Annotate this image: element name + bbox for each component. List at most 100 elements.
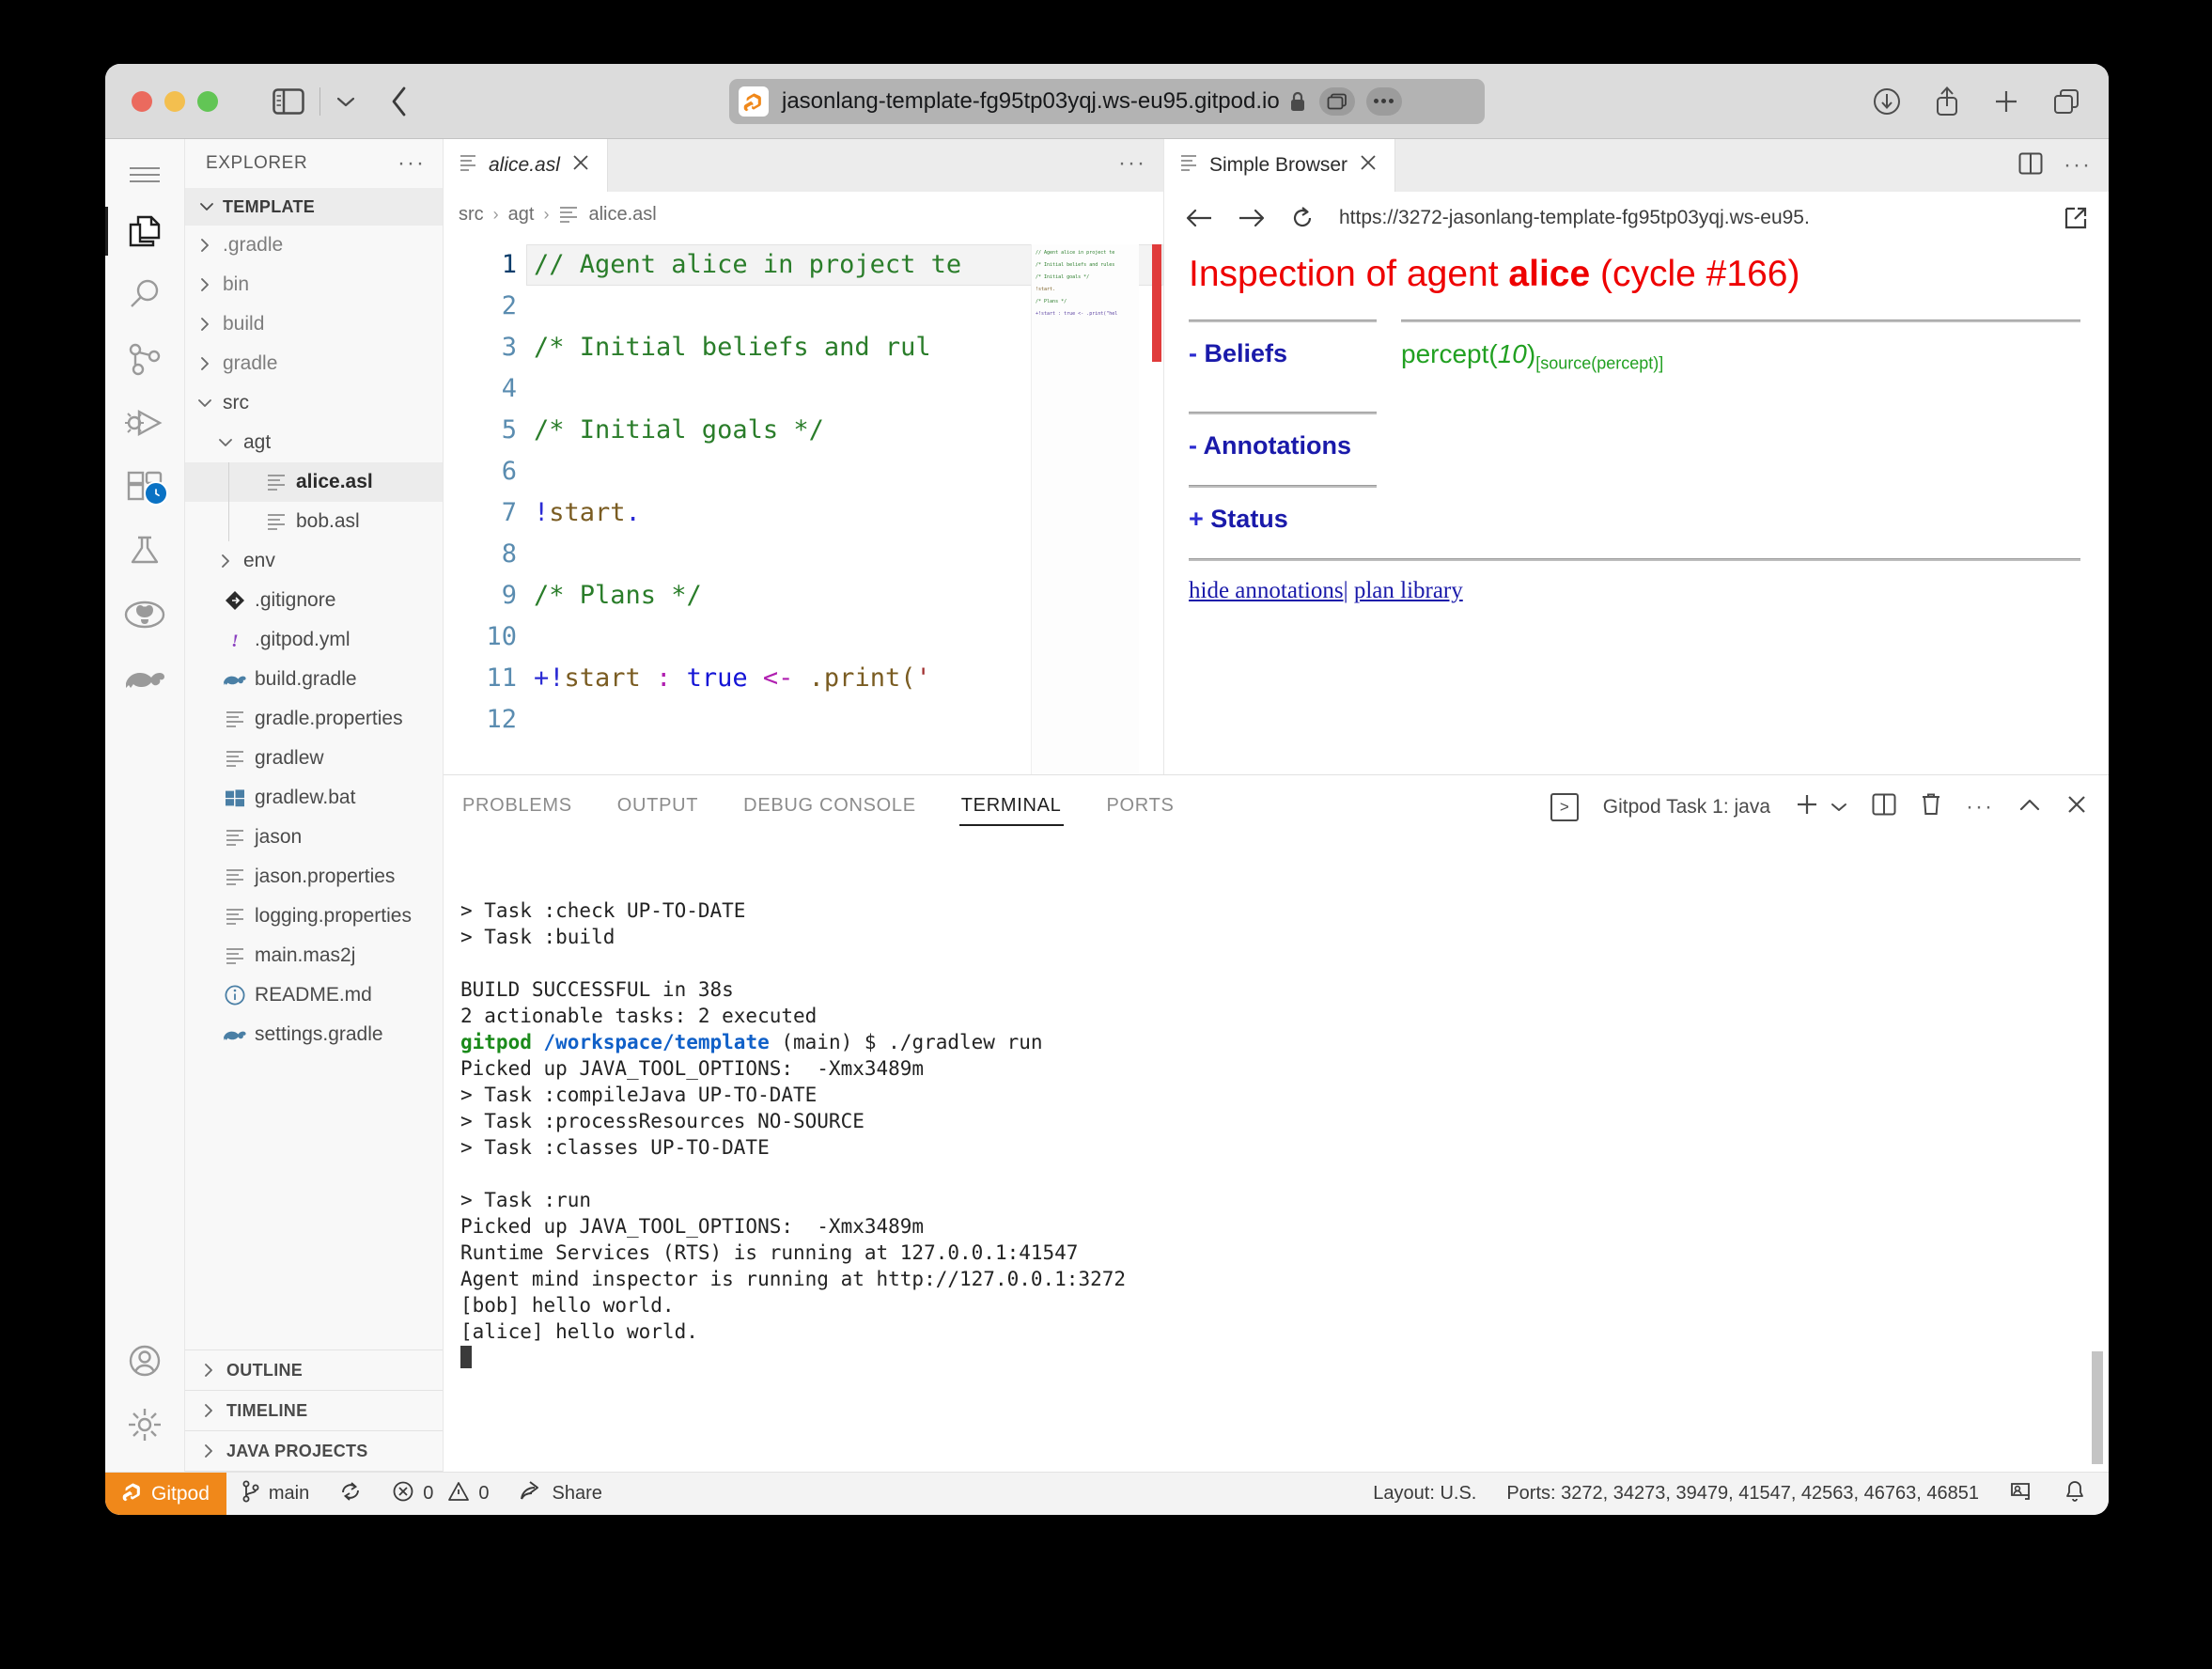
code-editor[interactable]: 1 2 3 4 5 6 7 8 9 10 11 12 // Agent alice in projec…: [444, 237, 1163, 774]
tree-folder-gradle[interactable]: gradle: [185, 344, 443, 383]
run-and-debug-icon[interactable]: [105, 391, 185, 455]
panel-tab-output[interactable]: OUTPUT: [615, 789, 700, 826]
address-bar[interactable]: jasonlang-template-fg95tp03yqj.ws-eu95.g…: [729, 78, 1485, 124]
download-icon[interactable]: [1872, 86, 1902, 117]
settings-gear-icon[interactable]: [105, 1393, 185, 1457]
breadcrumb-item[interactable]: src: [459, 204, 484, 226]
tree-folder-env[interactable]: env: [185, 541, 443, 581]
explorer-section-timeline[interactable]: TIMELINE: [185, 1391, 443, 1431]
editor-overview-ruler[interactable]: [1152, 244, 1161, 362]
section-annotations[interactable]: - Annotations: [1189, 431, 1377, 460]
section-beliefs[interactable]: - Beliefs: [1189, 339, 1377, 368]
explorer-section-java-projects[interactable]: JAVA PROJECTS: [185, 1431, 443, 1472]
status-layout[interactable]: Layout: U.S.: [1358, 1483, 1491, 1505]
split-terminal-icon[interactable]: [1872, 793, 1896, 821]
breadcrumb-item[interactable]: alice.asl: [588, 204, 656, 226]
tree-folder-gradle[interactable]: .gradle: [185, 226, 443, 265]
status-remote[interactable]: [1994, 1480, 2048, 1508]
tree-file-logging-properties[interactable]: logging.properties: [185, 897, 443, 936]
simple-browser-more-icon[interactable]: ···: [2064, 154, 2092, 177]
tree-file-build-gradle[interactable]: build.gradle: [185, 660, 443, 699]
extensions-icon[interactable]: [105, 455, 185, 519]
simple-browser-url[interactable]: https://3272-jasonlang-template-fg95tp03…: [1339, 207, 2039, 229]
panel-tab-problems[interactable]: PROBLEMS: [460, 789, 574, 826]
maximize-window-button[interactable]: [197, 90, 218, 112]
close-panel-icon[interactable]: [2065, 793, 2088, 821]
tree-folder-agt[interactable]: agt: [185, 423, 443, 462]
terminal-output[interactable]: > Task :check UP-TO-DATE > Task :build BU…: [444, 839, 2109, 1472]
beliefs-toggle-marker[interactable]: -: [1189, 339, 1197, 367]
chevron-down-icon[interactable]: [1830, 796, 1847, 819]
tree-file-gitpod-yml[interactable]: ! .gitpod.yml: [185, 620, 443, 660]
tree-folder-src[interactable]: src: [185, 383, 443, 423]
tree-file-main-mas2j[interactable]: main.mas2j: [185, 936, 443, 975]
panel-tab-terminal[interactable]: TERMINAL: [958, 789, 1064, 826]
editor-actions-more-icon[interactable]: ···: [1118, 152, 1146, 175]
explorer-icon[interactable]: [105, 199, 185, 263]
status-toggle-marker[interactable]: +: [1189, 505, 1204, 533]
tree-file-gitignore[interactable]: .gitignore: [185, 581, 443, 620]
terminal-scrollbar[interactable]: [2092, 1351, 2103, 1464]
share-icon[interactable]: [1934, 86, 1960, 117]
file-tree[interactable]: .gradle bin build gradle src agt alice.asl bob.…: [185, 226, 443, 1349]
terminal-name-label[interactable]: Gitpod Task 1: java: [1603, 796, 1770, 819]
gradle-icon[interactable]: [105, 647, 185, 710]
tree-file-settings-gradle[interactable]: settings.gradle: [185, 1015, 443, 1054]
account-icon[interactable]: [105, 1329, 185, 1393]
maximize-panel-icon[interactable]: [2018, 796, 2041, 819]
github-icon[interactable]: [105, 583, 185, 647]
panel-tab-debug-console[interactable]: DEBUG CONSOLE: [741, 789, 918, 826]
editor-tab-alice-asl[interactable]: alice.asl: [444, 139, 608, 192]
tree-file-bob-asl[interactable]: bob.asl: [185, 502, 443, 541]
tab-overview-icon[interactable]: [2052, 87, 2080, 116]
chevron-down-icon[interactable]: [319, 86, 356, 116]
simple-browser-tab[interactable]: Simple Browser: [1164, 139, 1396, 192]
status-branch[interactable]: main: [226, 1480, 324, 1508]
status-sync[interactable]: [324, 1480, 377, 1508]
editor-minimap[interactable]: // Agent alice in project te /* Initial b…: [1031, 244, 1139, 774]
sidebar-toggle-icon[interactable]: [273, 87, 304, 115]
source-control-icon[interactable]: [105, 327, 185, 391]
page-menu-icon[interactable]: [1365, 86, 1402, 116]
menu-icon[interactable]: [105, 150, 185, 199]
new-terminal-icon[interactable]: [1795, 792, 1819, 822]
explorer-more-icon[interactable]: ···: [397, 152, 426, 175]
close-icon[interactable]: [1359, 153, 1378, 178]
status-notifications[interactable]: [2048, 1479, 2109, 1509]
explorer-section-outline[interactable]: OUTLINE: [185, 1350, 443, 1391]
arrow-left-icon[interactable]: [1185, 208, 1213, 228]
plan-library-link[interactable]: plan library: [1354, 578, 1463, 603]
section-status[interactable]: + Status: [1189, 505, 1377, 534]
tab-group-icon[interactable]: [1318, 86, 1355, 116]
status-gitpod-button[interactable]: Gitpod: [105, 1472, 226, 1515]
split-editor-icon[interactable]: [2018, 152, 2043, 179]
back-chevron-icon[interactable]: [390, 86, 409, 117]
close-icon[interactable]: [571, 153, 590, 178]
tree-file-jason[interactable]: jason: [185, 818, 443, 857]
tree-file-jason-properties[interactable]: jason.properties: [185, 857, 443, 897]
status-problems[interactable]: 0 0: [377, 1480, 504, 1508]
panel-tab-ports[interactable]: PORTS: [1105, 789, 1176, 826]
tree-file-gradlew[interactable]: gradlew: [185, 739, 443, 778]
new-tab-icon[interactable]: [1992, 87, 2020, 116]
testing-icon[interactable]: [105, 519, 185, 583]
open-external-icon[interactable]: [2064, 206, 2088, 230]
breadcrumb[interactable]: src › agt › alice.asl: [444, 192, 1163, 237]
hide-annotations-link[interactable]: hide annotations: [1189, 578, 1344, 603]
trash-icon[interactable]: [1921, 792, 1941, 822]
search-icon[interactable]: [105, 263, 185, 327]
explorer-root-section[interactable]: TEMPLATE: [185, 188, 443, 226]
tree-folder-bin[interactable]: bin: [185, 265, 443, 304]
reload-icon[interactable]: [1290, 206, 1315, 230]
tree-file-gradle-properties[interactable]: gradle.properties: [185, 699, 443, 739]
panel-more-icon[interactable]: ···: [1966, 796, 1994, 819]
status-share[interactable]: Share: [504, 1480, 616, 1508]
close-window-button[interactable]: [132, 90, 152, 112]
tree-file-readme-md[interactable]: README.md: [185, 975, 443, 1015]
minimize-window-button[interactable]: [164, 90, 185, 112]
status-ports[interactable]: Ports: 3272, 34273, 39479, 41547, 42563,…: [1491, 1483, 1994, 1505]
breadcrumb-item[interactable]: agt: [508, 204, 535, 226]
annotations-toggle-marker[interactable]: -: [1189, 431, 1197, 460]
tree-file-gradlew-bat[interactable]: gradlew.bat: [185, 778, 443, 818]
arrow-right-icon[interactable]: [1238, 208, 1266, 228]
